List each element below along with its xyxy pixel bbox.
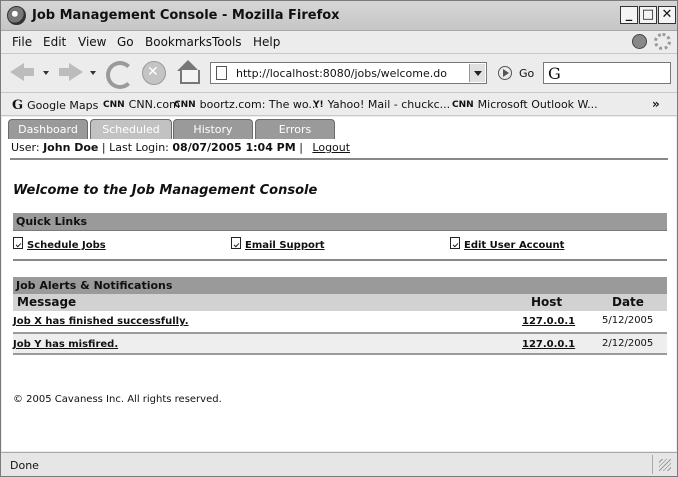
document-icon [13,237,23,249]
status-text: Done [10,459,39,472]
navigation-toolbar: http://localhost:8080/jobs/welcome.do Go… [1,53,677,91]
cnn-icon: CNN [452,100,474,110]
home-icon[interactable] [174,58,202,86]
logout-link[interactable]: Logout [312,141,350,154]
table-row: Job X has finished successfully. 127.0.0… [13,311,667,332]
copyright-footer: © 2005 Cavaness Inc. All rights reserved… [13,394,222,405]
url-text[interactable]: http://localhost:8080/jobs/welcome.do [236,67,447,80]
job-host-link[interactable]: 127.0.0.1 [522,339,575,350]
column-message: Message [17,295,77,309]
more-bookmarks-chevron-icon[interactable]: » [652,97,660,111]
quick-links-header: Quick Links [13,213,667,231]
forward-history-dropdown-icon[interactable] [90,71,96,75]
minimize-button[interactable]: _ [620,6,638,24]
search-box[interactable]: G [543,62,671,84]
forward-arrow-icon[interactable] [57,58,85,86]
document-icon [450,237,460,249]
tab-errors[interactable]: Errors [255,119,335,139]
job-date: 2/12/2005 [602,338,654,349]
tab-dashboard[interactable]: Dashboard [8,119,88,139]
browser-window: Job Management Console - Mozilla Firefox… [0,0,678,477]
user-info-line: User: John Doe | Last Login: 08/07/2005 … [11,141,351,154]
document-icon [231,237,241,249]
divider [13,259,667,261]
reload-icon[interactable] [103,58,134,89]
alerts-table-header: Message Host Date [13,294,667,311]
go-button[interactable]: Go [519,67,534,80]
divider [10,158,668,160]
status-separator [652,455,653,474]
menu-view[interactable]: View [78,35,106,49]
activity-throbber-icon [654,33,671,50]
maximize-button[interactable]: □ [639,6,657,24]
address-bar[interactable]: http://localhost:8080/jobs/welcome.do [210,62,487,84]
job-host-link[interactable]: 127.0.0.1 [522,316,575,327]
bookmark-boortz[interactable]: CNN boortz.com: The wo... [174,98,319,111]
schedule-jobs-link[interactable]: Schedule Jobs [13,237,106,251]
bookmark-google-maps[interactable]: G Google Maps [12,98,98,113]
yahoo-icon: Y! [313,100,324,110]
row-divider [13,353,667,355]
menu-bar: File Edit View Go Bookmarks Tools Help [1,32,677,52]
page-title: Welcome to the Job Management Console [13,183,318,198]
google-search-engine-icon[interactable]: G [548,64,561,83]
bookmark-outlook[interactable]: CNN Microsoft Outlook W... [452,98,598,111]
table-row: Job Y has misfired. 127.0.0.1 2/12/2005 [13,334,667,355]
bookmarks-toolbar: G Google Maps CNN CNN.com CNN boortz.com: T… [1,92,677,116]
menu-help[interactable]: Help [253,35,280,49]
menu-edit[interactable]: Edit [43,35,66,49]
back-arrow-icon[interactable] [8,58,36,86]
cnn-icon: CNN [174,100,196,110]
menu-go[interactable]: Go [117,35,134,49]
cnn-icon: CNN [103,100,125,110]
menu-file[interactable]: File [12,35,32,49]
edit-user-account-link[interactable]: Edit User Account [450,237,564,251]
back-history-dropdown-icon[interactable] [43,71,49,75]
close-button[interactable]: ✕ [658,6,676,24]
stop-icon[interactable] [139,58,167,86]
update-indicator-icon[interactable] [632,34,647,49]
resize-grip-icon[interactable] [659,459,671,471]
email-support-link[interactable]: Email Support [231,237,325,251]
tab-scheduled-jobs[interactable]: Scheduled Jobs [90,119,172,155]
google-icon: G [12,98,24,113]
job-date: 5/12/2005 [602,315,654,326]
page-content: Dashboard Scheduled Jobs History Errors … [2,117,676,451]
menu-tools[interactable]: Tools [212,35,242,49]
last-login: 08/07/2005 1:04 PM [172,141,296,154]
job-alerts-header: Job Alerts & Notifications [13,277,667,295]
bookmark-yahoo-mail[interactable]: Y! Yahoo! Mail - chuckc... [313,98,450,111]
firefox-icon [7,6,26,25]
column-host: Host [531,295,563,309]
menu-bookmarks[interactable]: Bookmarks [145,35,212,49]
title-bar: Job Management Console - Mozilla Firefox… [1,1,677,31]
status-bar: Done [1,452,677,476]
go-icon[interactable] [498,66,512,80]
job-message-link[interactable]: Job Y has misfired. [13,339,118,350]
tab-history[interactable]: History [173,119,253,139]
user-name: John Doe [43,141,99,154]
url-history-dropdown-icon[interactable] [469,64,485,82]
column-date: Date [612,295,644,309]
job-message-link[interactable]: Job X has finished successfully. [13,316,189,327]
bookmark-cnn[interactable]: CNN CNN.com [103,98,180,111]
page-icon [216,66,227,80]
window-title: Job Management Console - Mozilla Firefox [32,8,340,23]
